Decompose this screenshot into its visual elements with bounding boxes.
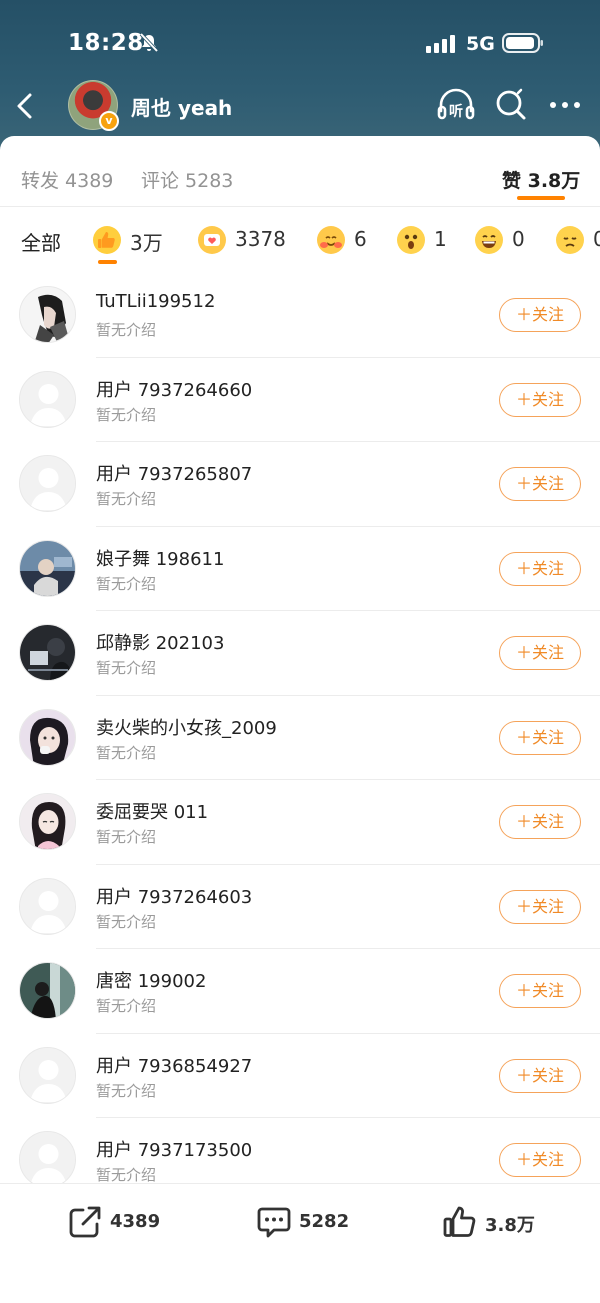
list-item[interactable]: 用户 7937173500 暂无介绍 ＋关注 xyxy=(0,1118,600,1183)
bell-mute-icon xyxy=(139,32,159,53)
reaction-count: 0 xyxy=(593,227,600,251)
user-name[interactable]: 用户 7936854927 xyxy=(96,1052,252,1078)
user-name[interactable]: 卖火柴的小女孩_2009 xyxy=(96,714,277,740)
heart-card-icon xyxy=(198,226,226,254)
follow-button[interactable]: ＋关注 xyxy=(499,551,581,586)
user-description: 暂无介绍 xyxy=(96,1081,157,1100)
list-item[interactable]: 用户 7937265807 暂无介绍 ＋关注 xyxy=(0,442,600,527)
user-name[interactable]: 用户 7937265807 xyxy=(96,460,252,486)
user-description: 暂无介绍 xyxy=(96,659,157,677)
user-avatar[interactable] xyxy=(19,539,76,597)
reaction-count: 3378 xyxy=(235,227,286,251)
user-name[interactable]: 娘子舞 198611 xyxy=(96,545,224,571)
repost-icon xyxy=(69,1206,101,1238)
like-count: 3.8万 xyxy=(485,1215,535,1236)
network-label: 5G xyxy=(466,33,495,55)
user-description: 暂无介绍 xyxy=(96,912,157,931)
user-avatar[interactable] xyxy=(19,708,76,766)
sad-icon xyxy=(556,226,584,254)
active-reaction-indicator xyxy=(98,260,117,264)
user-description: 暂无介绍 xyxy=(96,997,157,1015)
follow-button[interactable]: ＋关注 xyxy=(499,1058,581,1093)
user-name[interactable]: 用户 7937173500 xyxy=(96,1136,252,1162)
more-options-icon[interactable] xyxy=(547,87,583,123)
thumbs-up-icon xyxy=(93,226,121,254)
follow-button[interactable]: ＋关注 xyxy=(499,1143,581,1177)
follow-button[interactable]: ＋关注 xyxy=(499,298,581,332)
follow-button[interactable]: ＋关注 xyxy=(499,720,581,755)
list-item[interactable]: 用户 7936854927 暂无介绍 ＋关注 xyxy=(0,1034,600,1118)
interaction-tabs: 转发 4389 评论 5283 赞 3.8万 xyxy=(0,138,600,206)
user-name[interactable]: 委屈要哭 011 xyxy=(96,798,208,824)
active-tab-indicator xyxy=(517,196,565,200)
liked-users-list: TuTLii199512 暂无介绍 ＋关注 用户 7937264660 暂无介绍… xyxy=(0,273,600,1183)
headphones-listen-icon[interactable]: 听 xyxy=(436,87,476,123)
reaction-filter-bar: 全部 3万 3378 6 1 0 0 xyxy=(0,207,600,273)
user-avatar[interactable] xyxy=(19,286,76,343)
svg-text:听: 听 xyxy=(449,103,463,120)
nav-bar: v 周也 yeah 听 xyxy=(0,78,600,134)
surprised-icon xyxy=(397,226,425,254)
follow-button[interactable]: ＋关注 xyxy=(499,889,581,924)
user-description: 暂无介绍 xyxy=(96,1166,157,1183)
comment-count: 5282 xyxy=(299,1211,350,1232)
list-item[interactable]: 唐密 199002 暂无介绍 ＋关注 xyxy=(0,949,600,1034)
default-avatar-icon[interactable] xyxy=(19,1131,76,1183)
default-avatar-icon[interactable] xyxy=(19,877,76,935)
profile-name[interactable]: 周也 yeah xyxy=(131,92,232,121)
comment-icon xyxy=(257,1207,291,1238)
reaction-filter-all[interactable]: 全部 xyxy=(21,227,61,256)
list-item[interactable]: 委屈要哭 011 暂无介绍 ＋关注 xyxy=(0,780,600,865)
reaction-count: 1 xyxy=(434,227,447,251)
user-description: 暂无介绍 xyxy=(96,405,157,424)
user-name[interactable]: 邱静影 202103 xyxy=(96,629,224,655)
verified-badge: v xyxy=(99,111,119,131)
hug-icon xyxy=(317,226,345,254)
user-description: 暂无介绍 xyxy=(96,321,157,339)
default-avatar-icon[interactable] xyxy=(19,455,76,512)
back-arrow-icon[interactable] xyxy=(8,86,44,126)
search-icon[interactable] xyxy=(494,87,528,123)
follow-button[interactable]: ＋关注 xyxy=(499,636,581,670)
user-name[interactable]: 用户 7937264603 xyxy=(96,883,252,909)
list-item[interactable]: 卖火柴的小女孩_2009 暂无介绍 ＋关注 xyxy=(0,696,600,780)
battery-icon xyxy=(502,33,543,53)
signal-icon xyxy=(426,35,455,53)
follow-button[interactable]: ＋关注 xyxy=(499,382,581,417)
list-item[interactable]: 娘子舞 198611 暂无介绍 ＋关注 xyxy=(0,527,600,611)
user-description: 暂无介绍 xyxy=(96,828,157,846)
status-time: 18:28 xyxy=(68,30,144,56)
user-description: 暂无介绍 xyxy=(96,490,157,508)
status-bar: 18:28 5G xyxy=(0,0,600,80)
bottom-action-bar: 4389 5282 3.8万 xyxy=(0,1183,600,1303)
list-item[interactable]: 用户 7937264660 暂无介绍 ＋关注 xyxy=(0,358,600,442)
user-name[interactable]: 用户 7937264660 xyxy=(96,376,252,402)
reaction-count: 3万 xyxy=(130,231,163,255)
user-avatar[interactable] xyxy=(19,624,76,681)
user-description: 暂无介绍 xyxy=(96,743,157,762)
user-avatar[interactable] xyxy=(19,793,76,850)
list-item[interactable]: 用户 7937264603 暂无介绍 ＋关注 xyxy=(0,865,600,949)
user-name[interactable]: 唐密 199002 xyxy=(96,967,206,993)
default-avatar-icon[interactable] xyxy=(19,1046,76,1104)
tab-comments[interactable]: 评论 5283 xyxy=(141,166,233,193)
thumbs-up-outline-icon xyxy=(443,1206,476,1237)
list-item[interactable]: TuTLii199512 暂无介绍 ＋关注 xyxy=(0,273,600,358)
laugh-icon xyxy=(475,226,503,254)
default-avatar-icon[interactable] xyxy=(19,370,76,428)
follow-button[interactable]: ＋关注 xyxy=(499,467,581,501)
repost-count: 4389 xyxy=(110,1211,161,1232)
user-description: 暂无介绍 xyxy=(96,574,157,593)
follow-button[interactable]: ＋关注 xyxy=(499,974,581,1008)
follow-button[interactable]: ＋关注 xyxy=(499,805,581,839)
header-background: 18:28 5G v 周也 yeah 听 xyxy=(0,0,600,150)
reaction-count: 6 xyxy=(354,227,367,251)
tab-reposts[interactable]: 转发 4389 xyxy=(21,166,113,193)
tab-likes[interactable]: 赞 3.8万 xyxy=(502,166,580,193)
user-avatar[interactable] xyxy=(19,962,76,1019)
user-name[interactable]: TuTLii199512 xyxy=(96,291,215,312)
reaction-count: 0 xyxy=(512,227,525,251)
list-item[interactable]: 邱静影 202103 暂无介绍 ＋关注 xyxy=(0,611,600,696)
